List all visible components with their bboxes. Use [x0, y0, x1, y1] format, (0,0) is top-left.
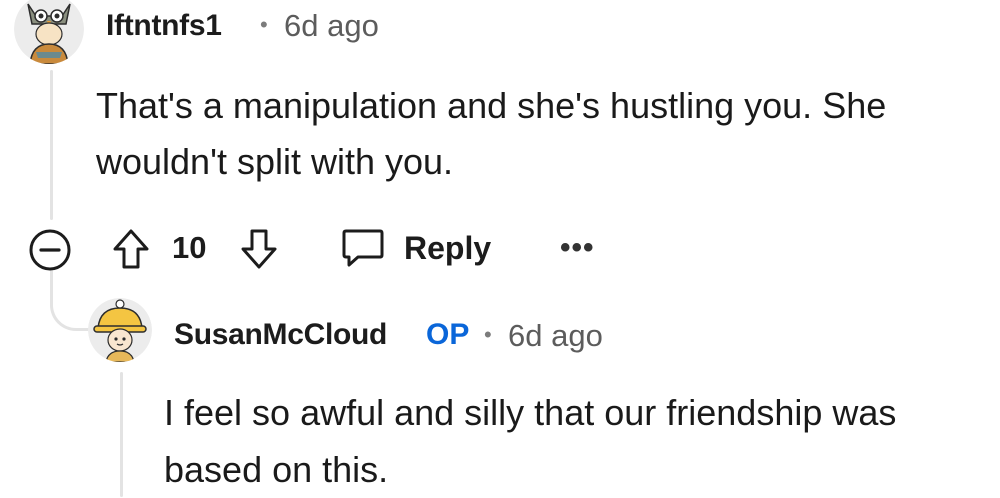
comment-body-line: That's a manipulation and she's hustling… [96, 85, 887, 126]
avatar[interactable] [88, 298, 152, 362]
meta-separator: • [484, 322, 492, 347]
op-badge: OP [426, 318, 470, 351]
reply-bubble-icon [342, 229, 384, 267]
username[interactable]: SusanMcCloud [174, 318, 387, 352]
username[interactable]: Iftntnfs1 [106, 9, 222, 43]
reply-button[interactable]: Reply [340, 222, 500, 274]
downvote-arrow-icon [241, 229, 277, 269]
avatar[interactable] [14, 0, 84, 64]
comment-body-line: I feel so awful and silly that our frien… [164, 392, 897, 433]
comment-body-line: based on this. [164, 449, 389, 490]
upvote-arrow-icon [113, 229, 149, 269]
comment-body-line: wouldn't split with you. [96, 141, 454, 182]
downvote-button[interactable] [234, 224, 284, 274]
upvote-button[interactable] [106, 224, 156, 274]
meta-separator: • [260, 12, 268, 37]
more-options-button[interactable]: ••• [560, 228, 595, 268]
collapse-button[interactable] [26, 226, 74, 274]
timestamp: 6d ago [508, 318, 603, 353]
timestamp: 6d ago [284, 8, 379, 43]
collapse-minus-icon [29, 229, 71, 271]
reply-label: Reply [404, 229, 492, 266]
yellow-hat-avatar-icon [88, 298, 152, 362]
comment-action-bar: 10 Reply ••• [26, 220, 646, 276]
vote-score: 10 [172, 230, 207, 265]
thread-line-comment1 [50, 70, 53, 220]
thread-line-comment2 [120, 372, 123, 497]
owl-costume-avatar-icon [14, 0, 84, 64]
